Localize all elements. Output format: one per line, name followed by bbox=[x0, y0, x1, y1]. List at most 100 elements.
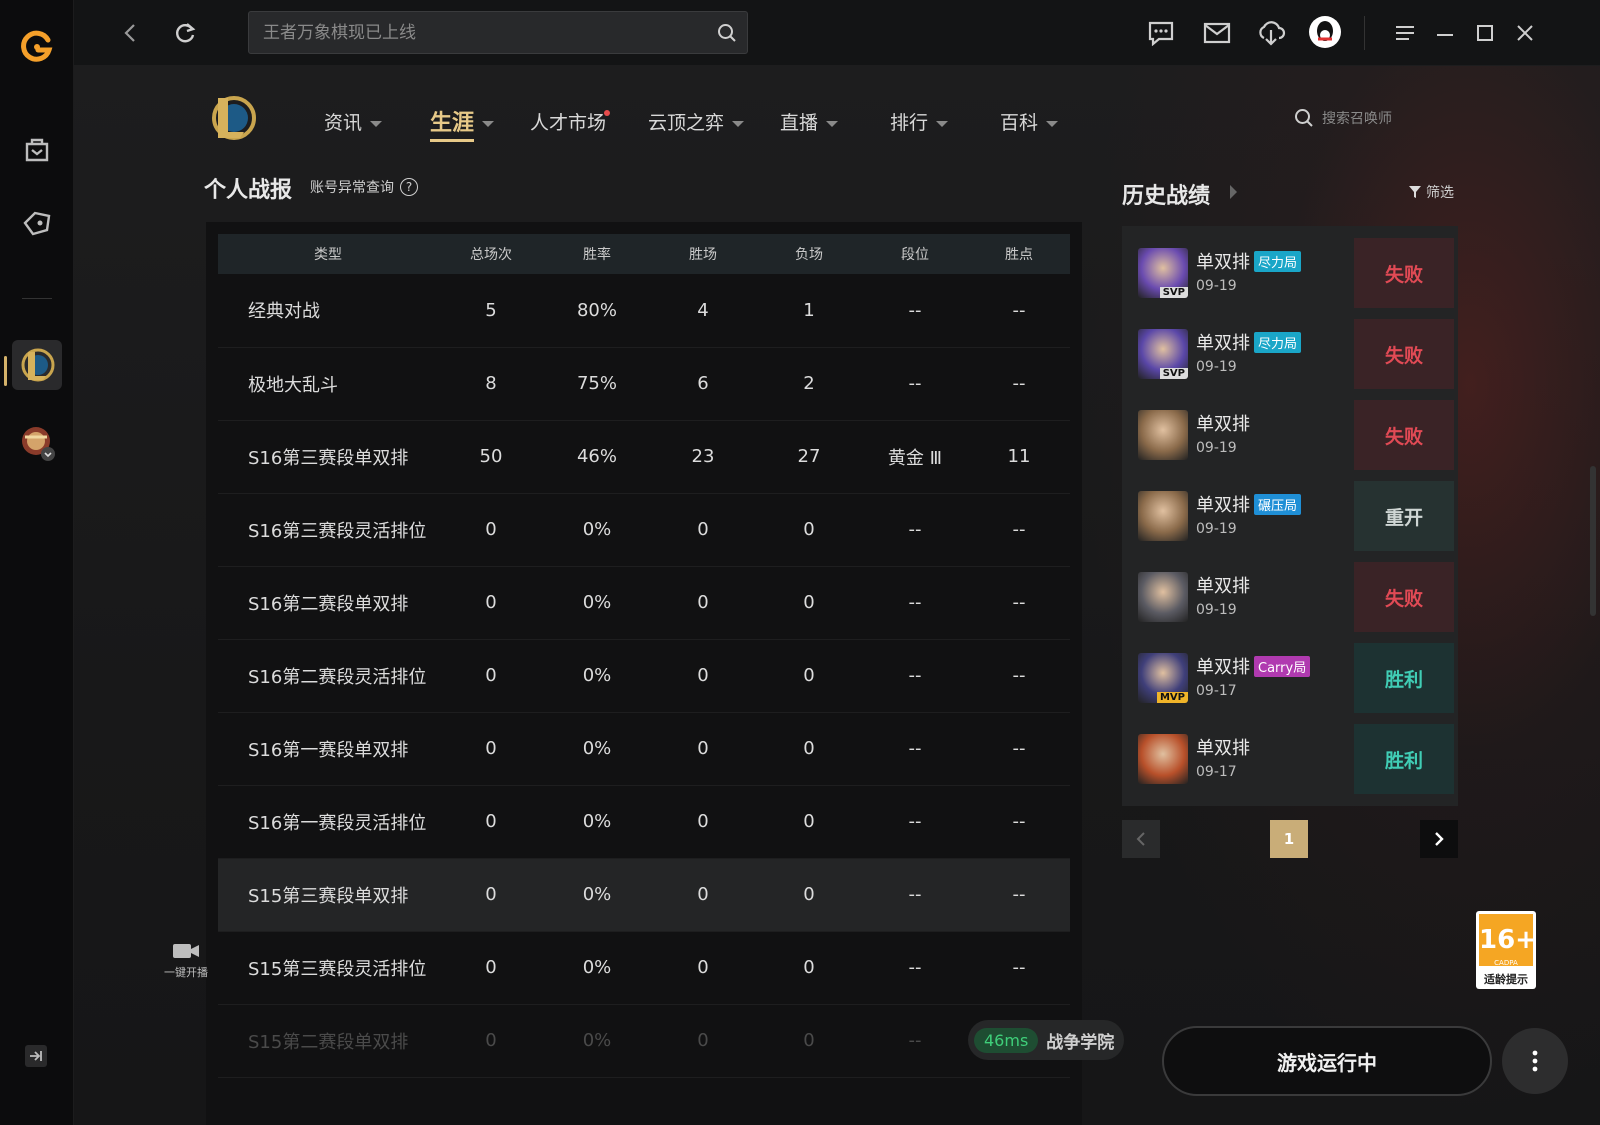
account-check-link[interactable]: 账号异常查询 ? bbox=[310, 177, 418, 197]
match-tag: Carry局 bbox=[1254, 655, 1311, 677]
table-row[interactable]: 经典对战 5 80% 4 1 -- -- bbox=[218, 274, 1070, 348]
match-result: 胜利 bbox=[1354, 724, 1454, 794]
notification-dot bbox=[604, 110, 610, 116]
col-lp: 胜点 bbox=[1005, 247, 1033, 263]
lol-logo-icon[interactable] bbox=[204, 90, 260, 146]
match-date: 09-19 bbox=[1196, 602, 1237, 618]
summoner-search[interactable]: 搜索召唤师 bbox=[1294, 108, 1392, 128]
game-running-button[interactable]: 游戏运行中 bbox=[1162, 1026, 1492, 1096]
summoner-search-placeholder: 搜索召唤师 bbox=[1322, 111, 1392, 127]
qq-avatar-icon[interactable] bbox=[1308, 15, 1342, 49]
row-cell: -- bbox=[862, 639, 968, 713]
back-icon[interactable] bbox=[116, 18, 146, 48]
search-icon[interactable] bbox=[717, 23, 737, 47]
mail-icon[interactable] bbox=[1202, 18, 1232, 48]
row-cell: 0 bbox=[756, 639, 862, 713]
match-mode-label: 单双排 bbox=[1196, 657, 1250, 678]
row-cell: 0 bbox=[756, 1004, 862, 1078]
match-mode-label: 单双排 bbox=[1196, 495, 1250, 516]
row-cell: 0% bbox=[544, 1004, 650, 1078]
row-cell: 0 bbox=[438, 493, 544, 567]
tab-talent-market[interactable]: 人才市场 bbox=[530, 108, 606, 135]
row-cell: -- bbox=[862, 566, 968, 640]
server-status[interactable]: 46ms 战争学院 bbox=[968, 1020, 1124, 1060]
maximize-icon[interactable] bbox=[1470, 18, 1500, 48]
row-cell: 0% bbox=[544, 858, 650, 932]
tab-tft[interactable]: 云顶之弈 bbox=[648, 108, 745, 135]
collapse-sidebar-icon[interactable] bbox=[14, 1034, 58, 1078]
table-row[interactable]: S16第二赛段灵活排位 0 0% 0 0 -- -- bbox=[218, 639, 1070, 713]
lol-game-icon[interactable] bbox=[12, 340, 62, 390]
match-item[interactable]: 单双排 09-19 失败 bbox=[1138, 562, 1454, 632]
page-number[interactable]: 1 bbox=[1270, 820, 1308, 858]
chevron-right-icon[interactable] bbox=[1230, 185, 1237, 199]
table-row[interactable]: S16第一赛段灵活排位 0 0% 0 0 -- -- bbox=[218, 785, 1070, 859]
table-header: 类型 总场次 胜率 胜场 负场 段位 胜点 bbox=[218, 234, 1070, 274]
tab-news[interactable]: 资讯 bbox=[324, 108, 383, 135]
row-cell: -- bbox=[862, 1004, 968, 1078]
download-icon[interactable] bbox=[1256, 18, 1286, 48]
row-cell: 5 bbox=[438, 274, 544, 348]
row-cell: -- bbox=[968, 639, 1070, 713]
match-item[interactable]: SVP 单双排 尽力局 09-19 失败 bbox=[1138, 238, 1454, 308]
row-cell: 4 bbox=[650, 274, 756, 348]
help-icon[interactable]: ? bbox=[400, 178, 418, 196]
row-cell: 0 bbox=[756, 712, 862, 786]
match-item[interactable]: MVP 单双排 Carry局 09-17 胜利 bbox=[1138, 643, 1454, 713]
search-input[interactable] bbox=[263, 21, 703, 45]
video-camera-icon bbox=[173, 944, 199, 958]
other-game-icon[interactable] bbox=[12, 418, 62, 468]
match-mode-label: 单双排 bbox=[1196, 576, 1250, 597]
row-cell: 0 bbox=[756, 566, 862, 640]
menu-icon[interactable] bbox=[1390, 18, 1420, 48]
chat-icon[interactable] bbox=[1146, 18, 1176, 48]
table-row[interactable]: S16第三赛段单双排 50 46% 23 27 黄金 Ⅲ 11 bbox=[218, 420, 1070, 494]
prev-page-button[interactable] bbox=[1122, 820, 1160, 858]
wegame-logo-icon[interactable] bbox=[12, 22, 62, 72]
filter-button[interactable]: 筛选 bbox=[1408, 182, 1454, 202]
champion-avatar bbox=[1138, 410, 1188, 460]
store-bag-icon[interactable] bbox=[12, 124, 62, 174]
table-row[interactable]: S15第三赛段灵活排位 0 0% 0 0 -- -- bbox=[218, 931, 1070, 1005]
match-item[interactable]: 单双排 碾压局 09-19 重开 bbox=[1138, 481, 1454, 551]
age-rating-hint: 适龄提示 bbox=[1484, 973, 1528, 986]
table-row[interactable]: S15第三赛段单双排 0 0% 0 0 -- -- bbox=[218, 858, 1070, 932]
row-cell: 0 bbox=[438, 639, 544, 713]
match-item[interactable]: 单双排 09-17 胜利 bbox=[1138, 724, 1454, 794]
row-cell: -- bbox=[968, 566, 1070, 640]
close-icon[interactable] bbox=[1510, 18, 1540, 48]
game-library-icon[interactable] bbox=[12, 198, 62, 248]
row-type: 极地大乱斗 bbox=[218, 347, 438, 421]
more-options-button[interactable] bbox=[1502, 1028, 1568, 1094]
table-row[interactable]: S16第二赛段单双排 0 0% 0 0 -- -- bbox=[218, 566, 1070, 640]
row-cell: -- bbox=[862, 785, 968, 859]
match-item[interactable]: 单双排 09-19 失败 bbox=[1138, 400, 1454, 470]
scrollbar[interactable] bbox=[1590, 466, 1596, 616]
match-date: 09-17 bbox=[1196, 764, 1237, 780]
row-type: S16第三赛段灵活排位 bbox=[218, 493, 438, 567]
tab-live[interactable]: 直播 bbox=[780, 108, 839, 135]
table-row[interactable]: S16第一赛段单双排 0 0% 0 0 -- -- bbox=[218, 712, 1070, 786]
table-row[interactable]: S15第二赛段单双排00%00---- bbox=[218, 1004, 1070, 1078]
history-title[interactable]: 历史战绩 bbox=[1122, 178, 1210, 210]
topbar-divider bbox=[1364, 16, 1365, 50]
refresh-icon[interactable] bbox=[170, 18, 200, 48]
global-search[interactable] bbox=[248, 11, 748, 54]
row-type: S16第二赛段单双排 bbox=[218, 566, 438, 640]
tab-ranking[interactable]: 排行 bbox=[890, 108, 949, 135]
match-date: 09-19 bbox=[1196, 521, 1237, 537]
table-row[interactable]: 极地大乱斗 8 75% 6 2 -- -- bbox=[218, 347, 1070, 421]
row-cell: 0 bbox=[650, 712, 756, 786]
one-click-live-button[interactable]: 一键开播 bbox=[160, 941, 212, 980]
match-result: 失败 bbox=[1354, 400, 1454, 470]
minimize-icon[interactable] bbox=[1430, 18, 1460, 48]
top-bar bbox=[74, 0, 1600, 66]
tab-wiki[interactable]: 百科 bbox=[1000, 108, 1059, 135]
tab-career[interactable]: 生涯 bbox=[430, 105, 495, 142]
chevron-right-icon bbox=[1435, 832, 1444, 846]
table-row[interactable]: S16第三赛段灵活排位 0 0% 0 0 -- -- bbox=[218, 493, 1070, 567]
left-rail bbox=[0, 0, 74, 1125]
next-page-button[interactable] bbox=[1420, 820, 1458, 858]
row-cell: -- bbox=[968, 493, 1070, 567]
match-item[interactable]: SVP 单双排 尽力局 09-19 失败 bbox=[1138, 319, 1454, 389]
